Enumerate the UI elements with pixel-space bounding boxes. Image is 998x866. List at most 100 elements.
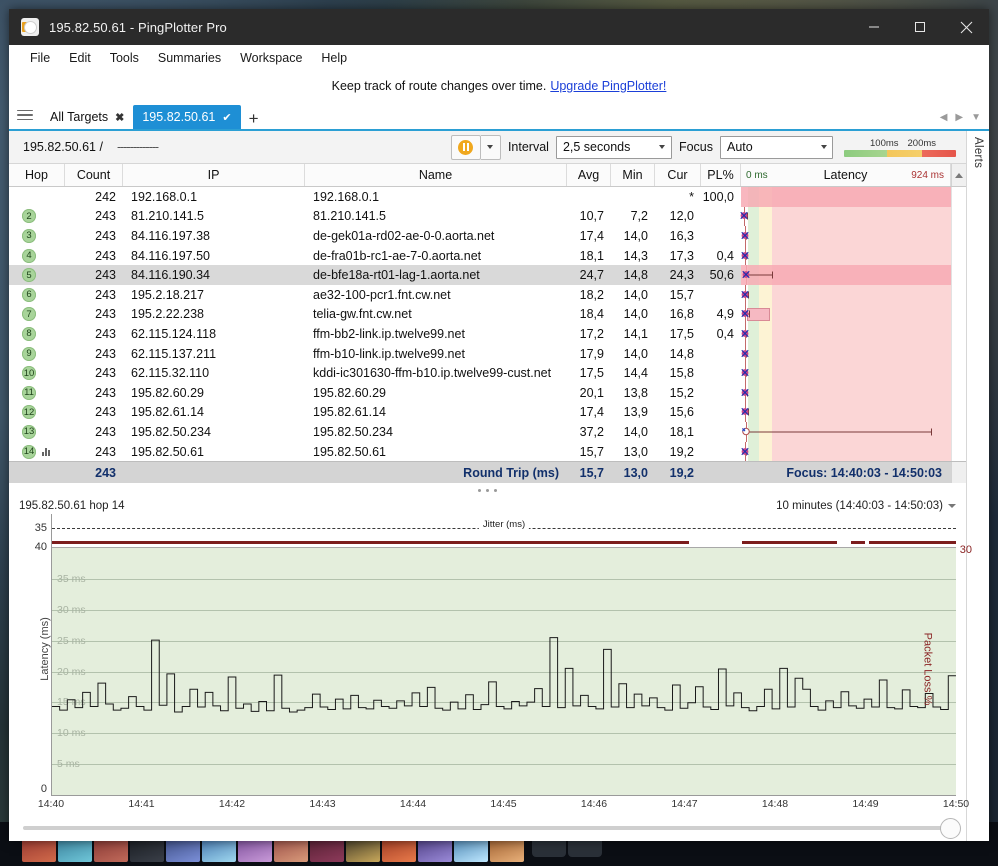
table-row[interactable]: 5 243 84.116.190.34 de-bfe18a-rt01-lag-1.ao… xyxy=(9,265,966,285)
hop-badge: 10 xyxy=(22,366,36,381)
cell-name: de-gek01a-rd02-ae-0-0.aorta.net xyxy=(313,228,495,243)
cell-min: 13,8 xyxy=(623,385,648,400)
cell-avg: 18,1 xyxy=(579,248,604,263)
cell-latency-graph[interactable] xyxy=(741,265,951,285)
menu-edit[interactable]: Edit xyxy=(60,47,100,69)
cell-latency-graph[interactable] xyxy=(741,324,951,344)
cell-name: kddi-ic301630-ffm-b10.ip.twelve99-cust.n… xyxy=(313,366,552,381)
cell-min: 7,2 xyxy=(630,209,648,224)
cell-latency-graph[interactable] xyxy=(739,206,951,227)
x-tick-label: 14:47 xyxy=(671,798,698,810)
table-row[interactable]: 4 243 84.116.197.50 de-fra01b-rc1-ae-7-0.ao… xyxy=(9,245,966,266)
interval-select[interactable]: 2,5 seconds xyxy=(555,135,672,159)
tab-195-82-50-61[interactable]: 195.82.50.61 ✔ xyxy=(133,105,241,129)
close-icon[interactable]: ✖ xyxy=(115,111,124,124)
column-header-cur[interactable]: Cur xyxy=(655,164,701,186)
table-row[interactable]: 8 243 62.115.124.118 ffm-bb2-link.ip.twelve… xyxy=(9,324,966,344)
table-row[interactable]: 12 243 195.82.61.14 195.82.61.14 17,4 13,9 15,… xyxy=(9,402,966,423)
table-row[interactable]: 7 243 195.2.22.238 telia-gw.fnt.cw.net 18,4 1… xyxy=(9,304,966,325)
cell-latency-graph[interactable] xyxy=(741,382,951,403)
pause-button[interactable] xyxy=(450,134,481,160)
menu-hamburger-icon[interactable] xyxy=(17,101,33,129)
scrollbar-track[interactable] xyxy=(23,818,961,839)
maximize-button[interactable] xyxy=(897,9,943,45)
bar-chart-icon[interactable] xyxy=(42,447,50,457)
row-scroll-spacer xyxy=(951,206,966,227)
pause-dropdown-button[interactable] xyxy=(480,134,501,160)
cell-hop: 12 xyxy=(9,403,65,423)
cell-hop: 6 xyxy=(9,285,65,305)
minimize-button[interactable] xyxy=(851,9,897,45)
hop-table-body: 242 192.168.0.1 192.168.0.1 * 100,0 2 243 81.21… xyxy=(9,187,966,462)
menu-file[interactable]: File xyxy=(21,47,59,69)
cell-ip: 84.116.197.50 xyxy=(131,248,211,263)
summary-min: 13,0 xyxy=(623,465,648,480)
jitter-band: Jitter (ms) xyxy=(52,514,956,545)
latency-legend-bar xyxy=(844,149,956,157)
alerts-sidebar[interactable]: Alerts xyxy=(966,131,989,841)
latency-zone-red xyxy=(772,402,951,423)
tab-all-targets[interactable]: All Targets ✖ xyxy=(41,105,133,129)
table-row[interactable]: 10 243 62.115.32.110 kddi-ic301630-ffm-b10.… xyxy=(9,363,966,383)
app-icon xyxy=(21,18,39,36)
menu-help[interactable]: Help xyxy=(312,47,356,69)
cell-latency-graph[interactable] xyxy=(741,304,951,325)
column-header-name[interactable]: Name xyxy=(305,164,567,186)
cell-packet-loss xyxy=(701,383,741,403)
tab-nav-right-icon[interactable]: ▶ xyxy=(955,112,963,123)
table-row[interactable]: 9 243 62.115.137.211 ffm-b10-link.ip.twelve… xyxy=(9,343,966,364)
column-header-count[interactable]: Count xyxy=(65,164,123,186)
latency-sample-marker xyxy=(741,307,750,321)
table-scroll-up-button[interactable] xyxy=(951,164,966,186)
y-label-35: 35 xyxy=(34,522,47,535)
cell-latency-graph[interactable] xyxy=(741,441,951,462)
cell-avg: 15,7 xyxy=(579,444,604,459)
summary-count: 243 xyxy=(95,465,116,480)
cell-latency-graph[interactable] xyxy=(741,245,951,266)
upgrade-link[interactable]: Upgrade PingPlotter! xyxy=(550,79,666,93)
cell-avg: 17,4 xyxy=(579,228,604,243)
packet-loss-line xyxy=(52,541,956,545)
close-button[interactable] xyxy=(943,9,989,45)
graph-timerange-select[interactable]: 10 minutes (14:40:03 - 14:50:03) xyxy=(776,500,956,512)
table-row[interactable]: 11 243 195.82.60.29 195.82.60.29 20,1 13,8 15,… xyxy=(9,382,966,403)
table-row[interactable]: 2 243 81.210.141.5 81.210.141.5 10,7 7,2 12,0 xyxy=(9,206,966,227)
table-row[interactable]: 14 243 195.82.50.61 195.82.50.61 15,7 13,0 19,… xyxy=(9,441,966,462)
cell-latency-graph[interactable] xyxy=(741,402,951,423)
column-header-hop[interactable]: Hop xyxy=(9,164,65,186)
column-header-ip[interactable]: IP xyxy=(123,164,305,186)
cell-latency-graph[interactable] xyxy=(741,343,951,364)
cell-latency-graph[interactable] xyxy=(741,226,951,246)
scroll-thumb[interactable] xyxy=(940,818,961,839)
cell-latency-graph[interactable] xyxy=(741,284,951,305)
cell-latency-graph[interactable] xyxy=(741,363,951,383)
cell-latency-graph[interactable] xyxy=(741,422,951,442)
table-row[interactable]: 242 192.168.0.1 192.168.0.1 * 100,0 xyxy=(9,187,966,207)
column-header-latency[interactable]: 0 ms Latency 924 ms xyxy=(741,164,951,186)
hop-table-header: Hop Count IP Name Avg Min Cur PL% 0 ms L… xyxy=(9,164,966,187)
table-row[interactable]: 6 243 195.2.18.217 ae32-100-pcr1.fnt.cw.net… xyxy=(9,284,966,305)
column-header-pl[interactable]: PL% xyxy=(701,164,741,186)
tab-nav-down-icon[interactable]: ▼ xyxy=(971,112,981,123)
legend-yellow-zone xyxy=(886,149,923,157)
menu-workspace[interactable]: Workspace xyxy=(231,47,311,69)
menu-summaries[interactable]: Summaries xyxy=(149,47,230,69)
row-scroll-spacer xyxy=(951,324,966,344)
latency-plot[interactable]: Jitter (ms) 35 ms 30 ms 25 ms 20 ms 15 ms 10 … xyxy=(51,514,972,795)
table-row[interactable]: 13 243 195.82.50.234 195.82.50.234 37,2 14,0 1… xyxy=(9,422,966,442)
table-row[interactable]: 3 243 84.116.197.38 de-gek01a-rd02-ae-0-0.a… xyxy=(9,226,966,246)
latency-zones xyxy=(741,304,951,325)
timeline-scrollbar[interactable] xyxy=(9,815,966,841)
pause-icon xyxy=(458,139,474,155)
column-header-avg[interactable]: Avg xyxy=(567,164,611,186)
latency-zone-green xyxy=(747,441,759,462)
cell-ip: 62.115.137.211 xyxy=(131,346,217,361)
focus-select[interactable]: Auto xyxy=(720,135,833,159)
tab-nav-left-icon[interactable]: ◀ xyxy=(940,112,948,123)
menu-tools[interactable]: Tools xyxy=(101,47,148,69)
column-header-min[interactable]: Min xyxy=(611,164,655,186)
cell-count: 243 xyxy=(95,326,116,341)
cell-latency-graph[interactable] xyxy=(741,187,951,207)
pane-splitter[interactable] xyxy=(9,483,966,498)
add-tab-button[interactable]: + xyxy=(249,110,259,129)
